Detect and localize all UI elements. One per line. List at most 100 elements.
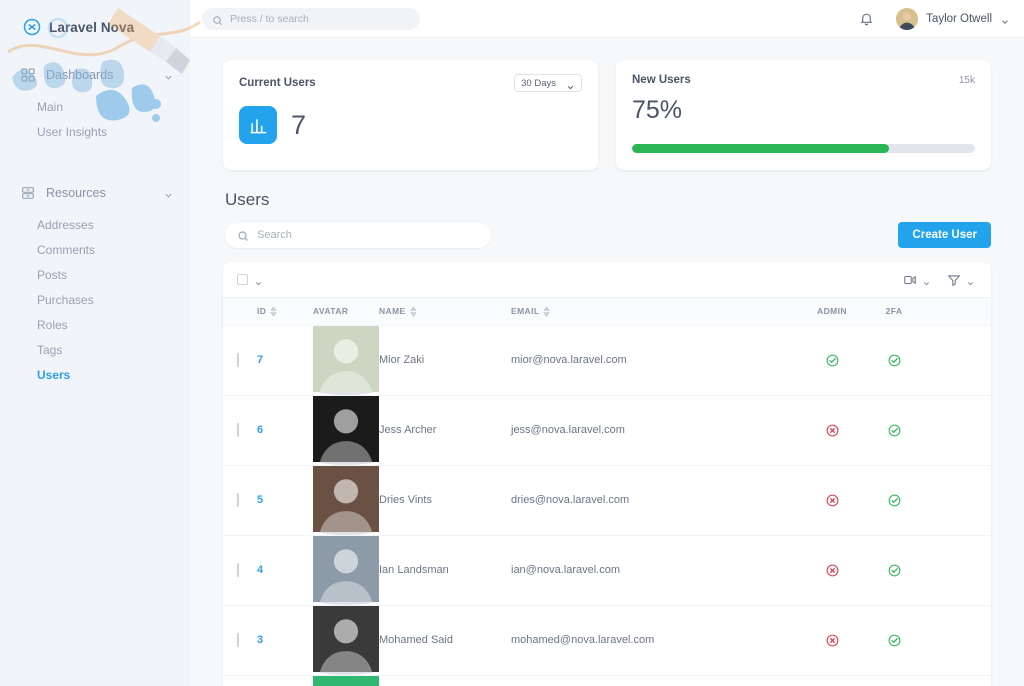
sidebar-item-users[interactable]: Users bbox=[0, 363, 190, 388]
chevron-down-icon bbox=[966, 275, 975, 286]
table-row[interactable]: 5 Dries Vints dries@nova.laravel.com bbox=[223, 465, 991, 535]
sidebar-item-purchases[interactable]: Purchases bbox=[0, 288, 190, 313]
row-id-link[interactable]: 6 bbox=[257, 424, 263, 436]
create-user-button[interactable]: Create User bbox=[898, 222, 991, 248]
row-action-edit[interactable] bbox=[957, 563, 959, 577]
metric-range-select[interactable]: 30 Days bbox=[514, 74, 582, 92]
row-checkbox[interactable] bbox=[237, 423, 239, 437]
th-label-id: ID bbox=[257, 306, 267, 317]
row-action-delete[interactable] bbox=[973, 633, 975, 647]
table-toolbar bbox=[223, 262, 991, 298]
sidebar-item-addresses[interactable]: Addresses bbox=[0, 213, 190, 238]
row-checkbox[interactable] bbox=[237, 353, 239, 367]
table-row[interactable]: 4 Ian Landsman ian@nova.laravel.com bbox=[223, 535, 991, 605]
row-action-view[interactable] bbox=[941, 633, 943, 647]
row-action-more-actions[interactable] bbox=[925, 493, 927, 507]
sidebar-item-tags[interactable]: Tags bbox=[0, 338, 190, 363]
main-area: Press / to search Taylor Otwell Current … bbox=[190, 0, 1024, 686]
sidebar-item-dashboards[interactable]: Dashboards bbox=[0, 62, 190, 88]
sidebar-item-comments[interactable]: Comments bbox=[0, 238, 190, 263]
row-checkbox[interactable] bbox=[237, 563, 239, 577]
row-action-delete[interactable] bbox=[973, 563, 975, 577]
row-action-edit[interactable] bbox=[957, 353, 959, 367]
row-id-link[interactable]: 7 bbox=[257, 354, 263, 366]
row-admin-cell bbox=[801, 605, 863, 675]
metric-value: 7 bbox=[291, 109, 307, 140]
select-all-checkbox[interactable] bbox=[237, 274, 248, 285]
row-action-more-actions[interactable] bbox=[925, 353, 927, 367]
sidebar-item-main[interactable]: Main bbox=[0, 95, 190, 120]
row-id-link[interactable]: 3 bbox=[257, 634, 263, 646]
filter-icon bbox=[947, 273, 961, 287]
th-name[interactable]: NAME bbox=[379, 298, 511, 325]
users-table: ID AVATAR NAME EMAIL ADMIN 2FA 7 Mior Za… bbox=[223, 298, 991, 686]
row-id-link[interactable]: 5 bbox=[257, 494, 263, 506]
brand[interactable]: Laravel Nova bbox=[0, 14, 190, 40]
row-checkbox[interactable] bbox=[237, 633, 239, 647]
metric-value: 75% bbox=[632, 96, 683, 124]
th-email[interactable]: EMAIL bbox=[511, 298, 801, 325]
row-action-delete[interactable] bbox=[973, 353, 975, 367]
row-action-more-actions[interactable] bbox=[925, 563, 927, 577]
th-label-2fa: 2FA bbox=[885, 306, 903, 317]
row-action-view[interactable] bbox=[941, 493, 943, 507]
brand-name: Laravel Nova bbox=[49, 19, 135, 35]
global-search-input[interactable]: Press / to search bbox=[202, 7, 420, 30]
sidebar-item-roles[interactable]: Roles bbox=[0, 313, 190, 338]
metric-target: 15k bbox=[958, 74, 975, 86]
row-action-more-actions[interactable] bbox=[925, 423, 927, 437]
chevron-down-icon bbox=[1000, 14, 1010, 24]
row-admin-cell bbox=[801, 675, 863, 686]
row-action-view[interactable] bbox=[941, 353, 943, 367]
user-menu[interactable]: Taylor Otwell bbox=[896, 7, 1010, 30]
row-actions bbox=[925, 493, 991, 507]
sidebar-item-resources[interactable]: Resources bbox=[0, 180, 190, 206]
th-id[interactable]: ID bbox=[257, 298, 313, 325]
row-action-more-actions[interactable] bbox=[925, 633, 927, 647]
row-avatar-cell bbox=[313, 395, 379, 465]
status-badge-admin bbox=[825, 633, 840, 648]
row-id-cell: 6 bbox=[257, 395, 313, 465]
row-checkbox[interactable] bbox=[237, 493, 239, 507]
table-row[interactable]: 7 Mior Zaki mior@nova.laravel.com bbox=[223, 325, 991, 395]
row-email-cell: mior@nova.laravel.com bbox=[511, 354, 627, 366]
row-2fa-cell bbox=[863, 465, 925, 535]
metric-title: Current Users bbox=[239, 77, 316, 89]
chevron-down-icon[interactable] bbox=[254, 275, 263, 286]
row-id-cell: 7 bbox=[257, 325, 313, 395]
row-action-view[interactable] bbox=[941, 563, 943, 577]
row-action-edit[interactable] bbox=[957, 633, 959, 647]
row-select-cell bbox=[223, 395, 257, 465]
th-admin: ADMIN bbox=[801, 298, 863, 325]
row-action-delete[interactable] bbox=[973, 423, 975, 437]
row-actions bbox=[925, 563, 991, 577]
filter-control[interactable] bbox=[947, 273, 975, 287]
metric-card-new-users: New Users 15k 75% bbox=[616, 60, 991, 170]
chevron-down-icon[interactable] bbox=[163, 70, 174, 81]
table-row[interactable]: 6 Jess Archer jess@nova.laravel.com bbox=[223, 395, 991, 465]
row-id-link[interactable]: 4 bbox=[257, 564, 263, 576]
sidebar-item-user-insights[interactable]: User Insights bbox=[0, 120, 190, 145]
row-action-edit[interactable] bbox=[957, 423, 959, 437]
row-email-cell: ian@nova.laravel.com bbox=[511, 564, 620, 576]
row-action-view[interactable] bbox=[941, 423, 943, 437]
global-search-placeholder: Press / to search bbox=[230, 12, 309, 25]
sidebar-item-posts[interactable]: Posts bbox=[0, 263, 190, 288]
row-email-cell: mohamed@nova.laravel.com bbox=[511, 634, 655, 646]
th-select bbox=[223, 298, 257, 325]
row-select-cell bbox=[223, 605, 257, 675]
row-actions-cell bbox=[925, 675, 991, 686]
row-action-edit[interactable] bbox=[957, 493, 959, 507]
table-row[interactable]: 2 David Hemphilldavidlee.hemphill@nova.la… bbox=[223, 675, 991, 686]
row-name-cell: Jess Archer bbox=[379, 424, 437, 436]
columns-control[interactable] bbox=[903, 273, 931, 287]
row-actions-cell bbox=[925, 535, 991, 605]
search-input[interactable]: Search bbox=[225, 222, 491, 248]
table-row[interactable]: 3 Mohamed Said mohamed@nova.laravel.com bbox=[223, 605, 991, 675]
sidebar-group-dashboards: Dashboards Main User Insights bbox=[0, 62, 190, 145]
row-action-delete[interactable] bbox=[973, 493, 975, 507]
metric-card-current-users: Current Users 30 Days 7 bbox=[223, 60, 598, 170]
avatar bbox=[313, 325, 379, 395]
chevron-down-icon[interactable] bbox=[163, 188, 174, 199]
bell-icon[interactable] bbox=[859, 11, 874, 26]
